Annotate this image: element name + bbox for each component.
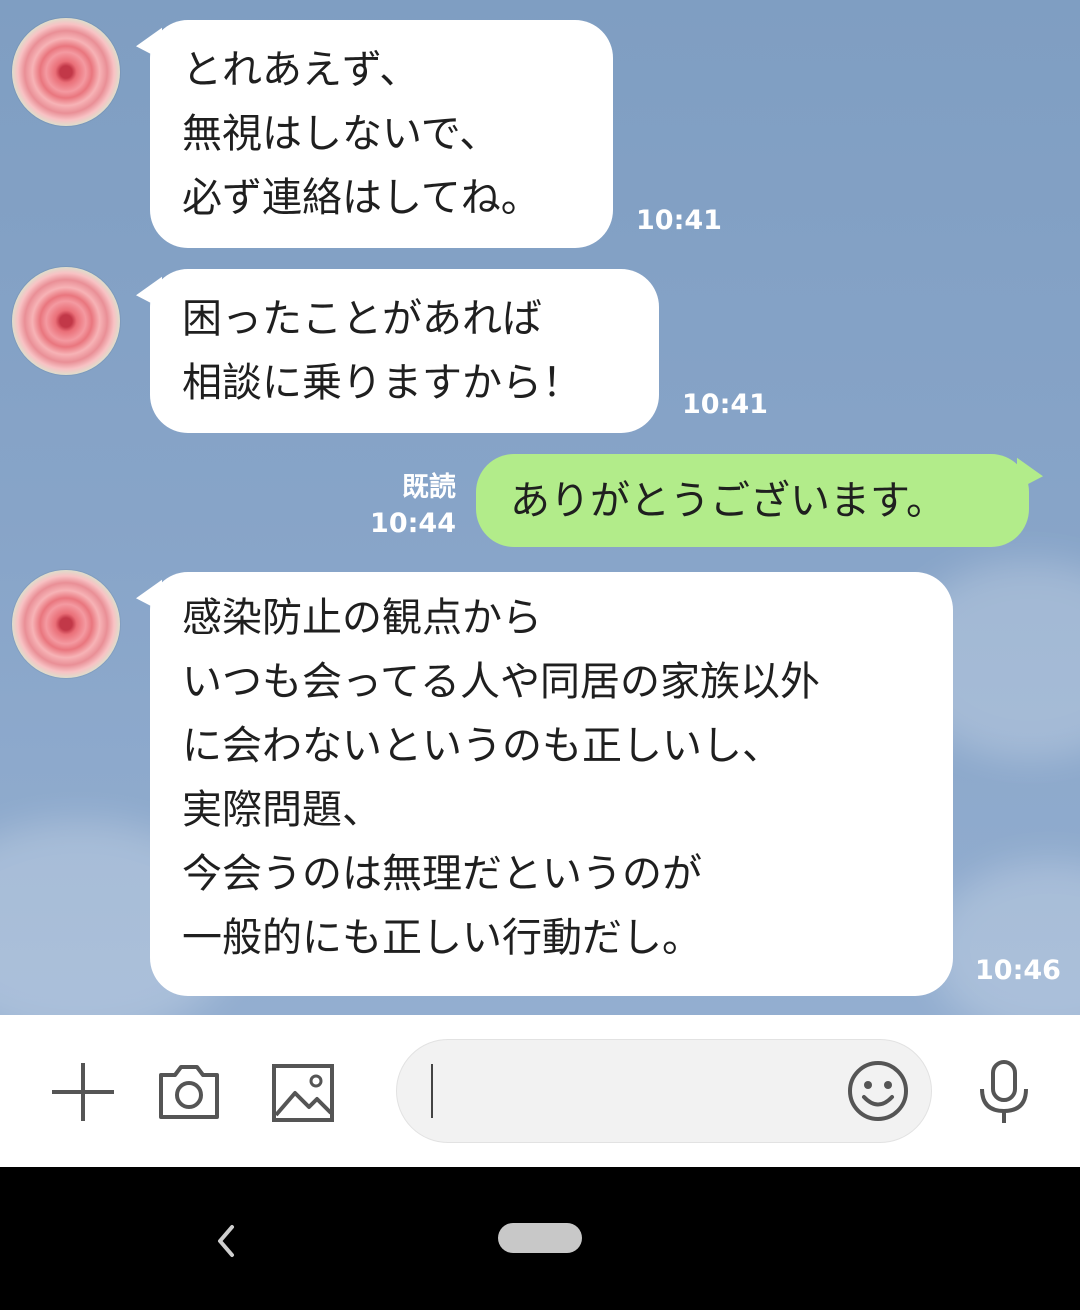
camera-button[interactable] (157, 1061, 221, 1121)
sender-avatar[interactable] (12, 18, 120, 126)
message-line: 相談に乗りますから！ (182, 360, 582, 406)
message-bubble-incoming[interactable]: 感染防止の観点から いつも会ってる人や同居の家族以外 に会わないというのも正しい… (150, 572, 953, 996)
emoji-icon (848, 1061, 908, 1121)
message-line: 今会うのは無理だというのが (182, 851, 702, 897)
microphone-button[interactable] (976, 1059, 1032, 1125)
message-line: 感染防止の観点から (182, 595, 542, 641)
message-bubble-incoming[interactable]: とれあえず、 無視はしないで、 必ず連絡はしてね。 (150, 20, 613, 248)
system-navigation-bar (0, 1167, 1080, 1310)
plus-button[interactable] (50, 1061, 116, 1123)
message-time: 10:41 (636, 205, 722, 236)
message-line: に会わないというのも正しいし、 (182, 723, 782, 769)
image-icon (272, 1064, 334, 1122)
message-line: 必ず連絡はしてね。 (182, 175, 541, 221)
message-line: とれあえず、 (182, 47, 420, 93)
message-input-bar (0, 1015, 1080, 1167)
message-bubble-incoming[interactable]: 困ったことがあれば 相談に乗りますから！ (150, 269, 659, 433)
microphone-icon (980, 1060, 1028, 1123)
message-time: 10:44 (370, 508, 456, 539)
message-line: 無視はしないで、 (182, 111, 500, 157)
sender-avatar[interactable] (12, 570, 120, 678)
message-line: 困ったことがあれば (182, 296, 542, 342)
text-caret (431, 1064, 433, 1118)
image-button[interactable] (271, 1063, 335, 1123)
message-time: 10:46 (975, 955, 1061, 986)
sender-avatar[interactable] (12, 267, 120, 375)
back-icon (218, 1225, 234, 1257)
camera-icon (159, 1065, 219, 1119)
message-line: 実際問題、 (182, 787, 382, 833)
chat-area[interactable]: とれあえず、 無視はしないで、 必ず連絡はしてね。 10:41 困ったことがあれ… (0, 0, 1080, 1015)
plus-icon (52, 1063, 114, 1121)
message-time: 10:41 (682, 389, 768, 420)
message-line: 一般的にも正しい行動だし。 (182, 915, 702, 961)
emoji-button[interactable] (847, 1060, 909, 1122)
home-pill-icon[interactable] (498, 1223, 582, 1253)
message-text-field[interactable] (396, 1039, 932, 1143)
message-bubble-outgoing[interactable]: ありがとうございます。 (476, 454, 1029, 547)
read-receipt: 既読 (402, 472, 456, 503)
message-line: ありがとうございます。 (510, 478, 946, 524)
message-line: いつも会ってる人や同居の家族以外 (182, 659, 820, 705)
message-meta: 既読 10:44 (360, 470, 456, 542)
back-button[interactable] (208, 1219, 244, 1263)
